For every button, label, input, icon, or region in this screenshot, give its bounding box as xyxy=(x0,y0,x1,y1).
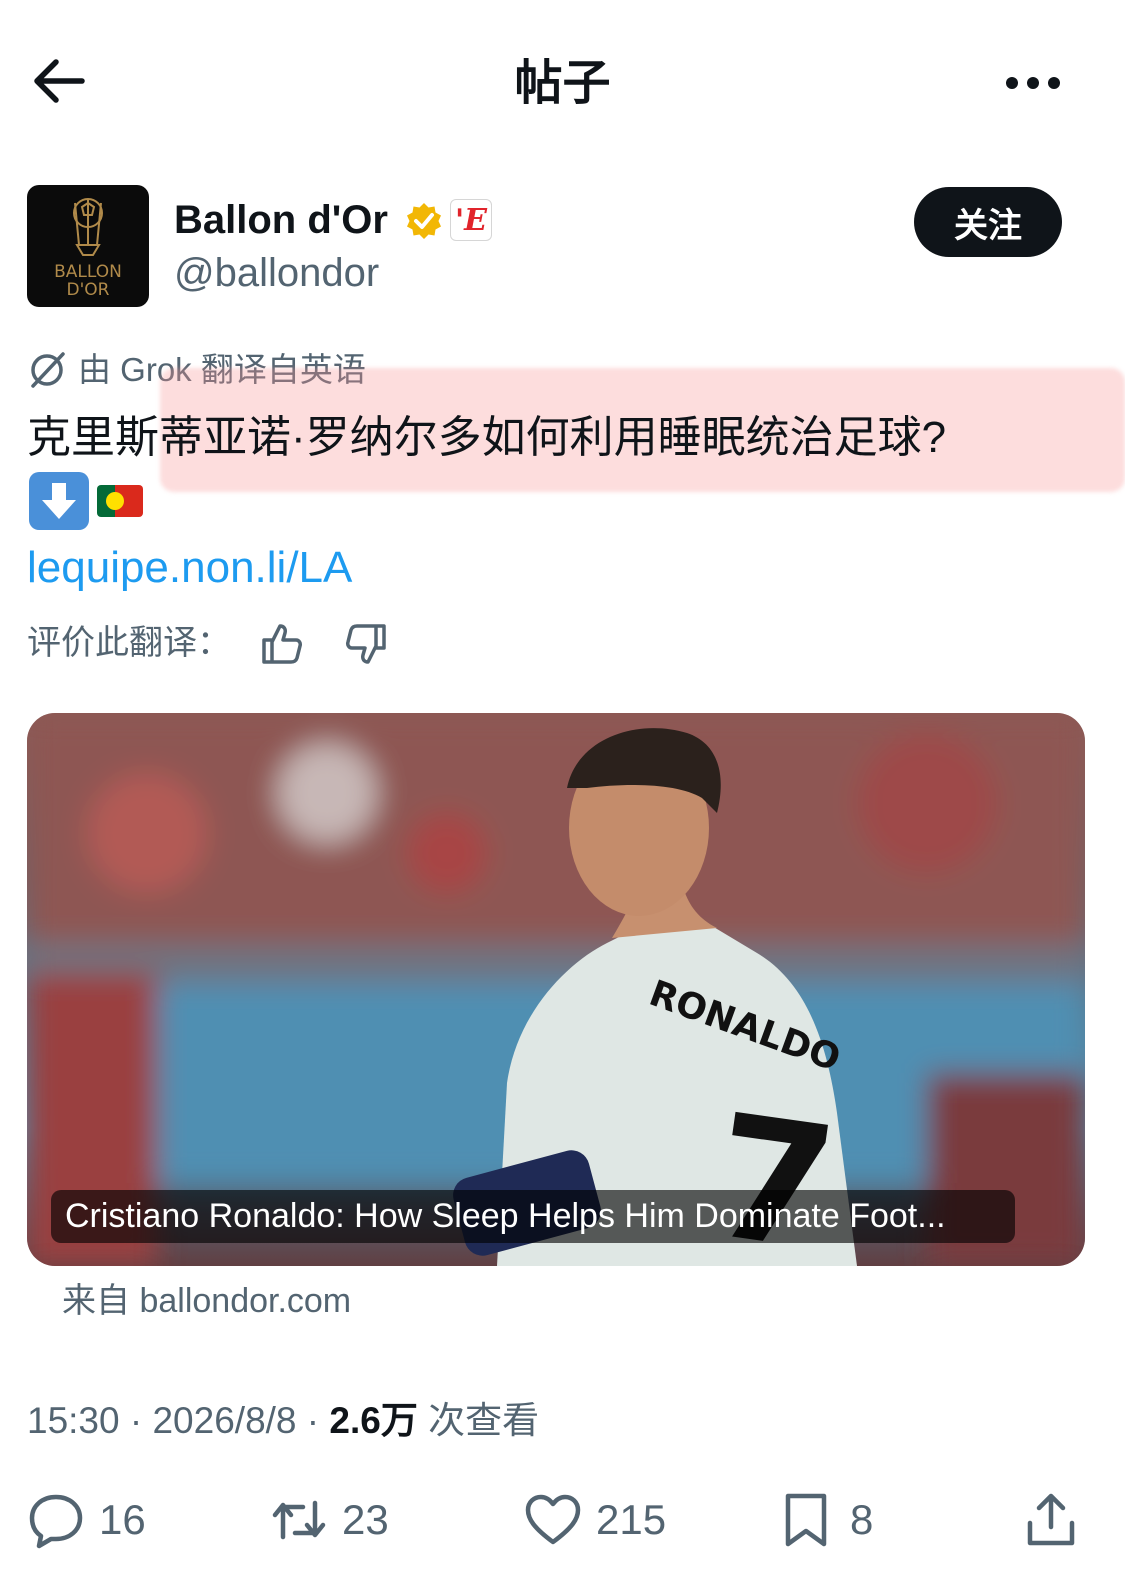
link-card[interactable]: RONALDO 7 Cristiano Ronaldo: How Sleep H… xyxy=(27,713,1085,1266)
post-date: 2026/8/8 xyxy=(152,1400,297,1441)
post-meta: 15:30 · 2026/8/8 · 2.6万 次查看 xyxy=(27,1400,540,1441)
follow-button[interactable]: 关注 xyxy=(914,187,1062,257)
page-title: 帖子 xyxy=(514,57,611,110)
more-icon[interactable] xyxy=(998,55,1068,111)
thumb-up-icon[interactable] xyxy=(258,620,306,668)
reply-count: 16 xyxy=(99,1496,146,1543)
share-icon xyxy=(1027,1493,1075,1546)
handle: @ballondor xyxy=(174,251,380,295)
repost-icon xyxy=(272,1500,326,1540)
repost-button[interactable]: 23 xyxy=(270,1490,389,1550)
bookmark-icon xyxy=(785,1493,827,1547)
share-button[interactable] xyxy=(1022,1490,1094,1550)
like-icon xyxy=(525,1494,581,1545)
view-count: 2.6万 xyxy=(329,1400,418,1441)
avatar-logo-text: BALLON xyxy=(54,262,122,282)
post-time: 15:30 xyxy=(27,1400,120,1441)
display-name[interactable]: Ballon d'Or xyxy=(174,195,388,245)
rate-translation-label: 评价此翻译： xyxy=(27,624,231,662)
grok-icon xyxy=(27,350,67,390)
views-label: 次查看 xyxy=(428,1400,540,1441)
verified-badge-icon xyxy=(404,201,444,241)
avatar[interactable]: BALLON D'OR xyxy=(27,185,149,307)
svg-text:D'OR: D'OR xyxy=(67,280,110,300)
portugal-flag-emoji xyxy=(97,485,143,517)
card-source[interactable]: 来自 ballondor.com xyxy=(62,1278,351,1324)
repost-count: 23 xyxy=(342,1496,389,1543)
affiliation-badge[interactable]: 'E xyxy=(450,199,492,241)
bookmark-button[interactable]: 8 xyxy=(778,1490,873,1550)
bookmark-count: 8 xyxy=(850,1496,874,1543)
thumb-down-icon[interactable] xyxy=(342,620,390,668)
card-caption: Cristiano Ronaldo: How Sleep Helps Him D… xyxy=(51,1190,1015,1243)
reply-button[interactable]: 16 xyxy=(27,1490,146,1550)
down-arrow-emoji xyxy=(29,472,89,530)
reply-icon xyxy=(29,1494,83,1549)
post-text: 克里斯蒂亚诺·罗纳尔多如何利用睡眠统治足球? xyxy=(27,413,947,462)
like-count: 215 xyxy=(596,1496,667,1543)
card-image: RONALDO 7 xyxy=(27,713,1085,1266)
post-link[interactable]: lequipe.non.li/LA xyxy=(27,540,352,596)
like-button[interactable]: 215 xyxy=(524,1490,666,1550)
